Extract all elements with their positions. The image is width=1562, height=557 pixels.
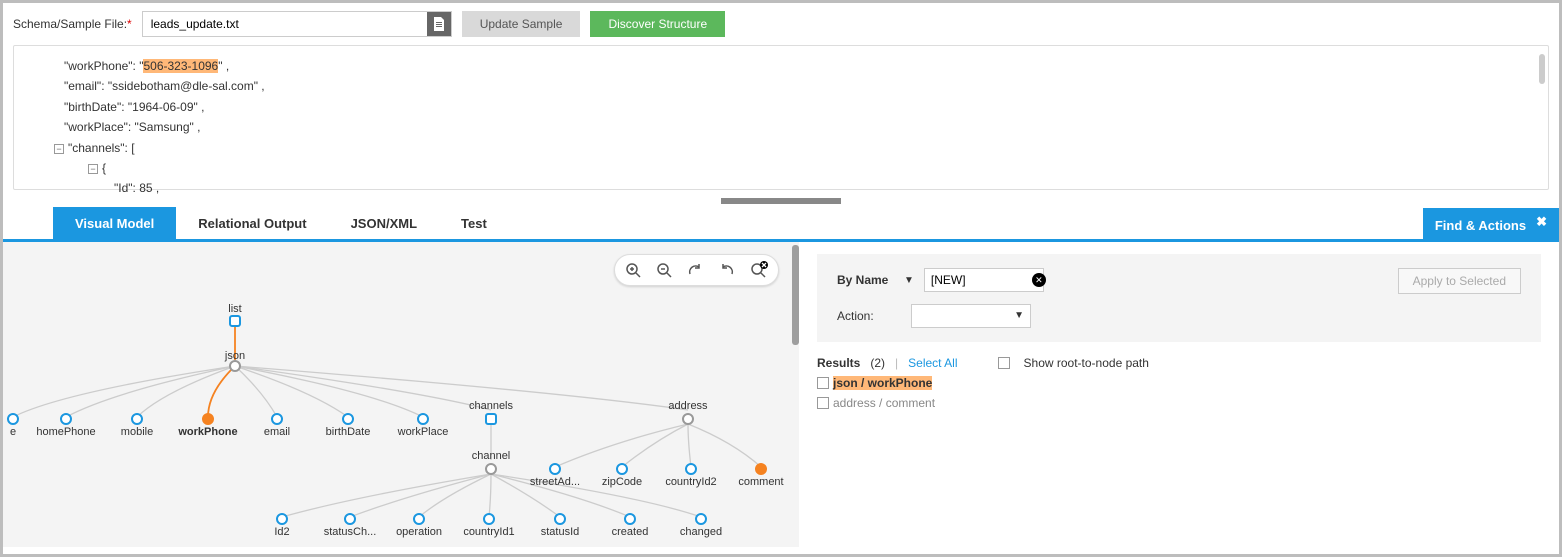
- svg-text:workPhone: workPhone: [177, 426, 237, 438]
- svg-text:statusId: statusId: [541, 526, 580, 538]
- svg-text:workPlace: workPlace: [397, 426, 449, 438]
- tab-relational-output[interactable]: Relational Output: [176, 207, 328, 241]
- update-sample-button[interactable]: Update Sample: [462, 11, 581, 37]
- file-input[interactable]: [142, 11, 452, 37]
- svg-text:streetAd...: streetAd...: [530, 476, 580, 488]
- show-path-label: Show root-to-node path: [1024, 356, 1149, 370]
- svg-text:countryId1: countryId1: [463, 526, 514, 538]
- results-count: (2): [870, 356, 885, 370]
- sample-viewer: "workPhone": "506-323-1096" , "email": "…: [13, 45, 1549, 190]
- result-item[interactable]: address / comment: [817, 396, 1541, 410]
- file-icon[interactable]: [427, 12, 451, 36]
- tab-test[interactable]: Test: [439, 207, 509, 241]
- svg-text:comment: comment: [738, 476, 783, 488]
- file-input-text[interactable]: [143, 17, 427, 31]
- select-all-link[interactable]: Select All: [908, 356, 957, 370]
- svg-text:channel: channel: [472, 450, 511, 462]
- close-icon[interactable]: ✖: [1536, 214, 1547, 230]
- discover-structure-button[interactable]: Discover Structure: [590, 11, 725, 37]
- by-name-dropdown[interactable]: By Name▼: [837, 273, 914, 287]
- search-name-input[interactable]: [924, 268, 1044, 292]
- zoom-in-icon[interactable]: [625, 262, 642, 279]
- collapse-icon[interactable]: −: [54, 144, 64, 154]
- find-actions-panel: By Name▼ ✕ Action: ▼ Apply to Selected R…: [799, 242, 1559, 547]
- svg-text:operation: operation: [396, 526, 442, 538]
- clear-icon[interactable]: ✕: [1032, 273, 1046, 287]
- canvas-scrollbar[interactable]: [792, 245, 799, 345]
- svg-text:zipCode: zipCode: [602, 476, 642, 488]
- show-path-checkbox[interactable]: [998, 357, 1010, 369]
- svg-text:e: e: [10, 426, 16, 438]
- svg-text:birthDate: birthDate: [326, 426, 371, 438]
- result-checkbox[interactable]: [817, 397, 829, 409]
- undo-icon[interactable]: [718, 262, 735, 279]
- result-checkbox[interactable]: [817, 377, 829, 389]
- highlighted-value: 506-323-1096: [143, 59, 218, 73]
- tab-bar: Visual Model Relational Output JSON/XML …: [3, 208, 1559, 242]
- apply-to-selected-button[interactable]: Apply to Selected: [1398, 268, 1521, 294]
- search-clear-icon[interactable]: [749, 261, 768, 280]
- collapse-icon[interactable]: −: [88, 164, 98, 174]
- action-label: Action:: [837, 309, 901, 323]
- svg-text:Id2: Id2: [274, 526, 289, 538]
- svg-text:channels: channels: [469, 400, 514, 412]
- sample-scrollbar[interactable]: [1539, 54, 1545, 84]
- redo-icon[interactable]: [687, 262, 704, 279]
- tab-visual-model[interactable]: Visual Model: [53, 207, 176, 241]
- svg-text:statusCh...: statusCh...: [324, 526, 377, 538]
- svg-text:created: created: [612, 526, 649, 538]
- svg-text:countryId2: countryId2: [665, 476, 716, 488]
- svg-text:email: email: [264, 426, 290, 438]
- svg-text:changed: changed: [680, 526, 722, 538]
- svg-text:homePhone: homePhone: [36, 426, 95, 438]
- results-label: Results: [817, 356, 860, 370]
- zoom-toolbar: [614, 254, 779, 286]
- tab-json-xml[interactable]: JSON/XML: [329, 207, 439, 241]
- svg-text:mobile: mobile: [121, 426, 153, 438]
- svg-text:address: address: [668, 400, 708, 412]
- result-item[interactable]: json / workPhone: [817, 376, 1541, 390]
- visual-model-canvas[interactable]: list json e homePhone mobile workPhone e…: [3, 242, 799, 547]
- action-select[interactable]: ▼: [911, 304, 1031, 328]
- find-actions-panel-header[interactable]: Find & Actions ✖: [1423, 208, 1559, 242]
- schema-file-label: Schema/Sample File:*: [13, 17, 132, 31]
- svg-text:list: list: [228, 303, 241, 315]
- zoom-out-icon[interactable]: [656, 262, 673, 279]
